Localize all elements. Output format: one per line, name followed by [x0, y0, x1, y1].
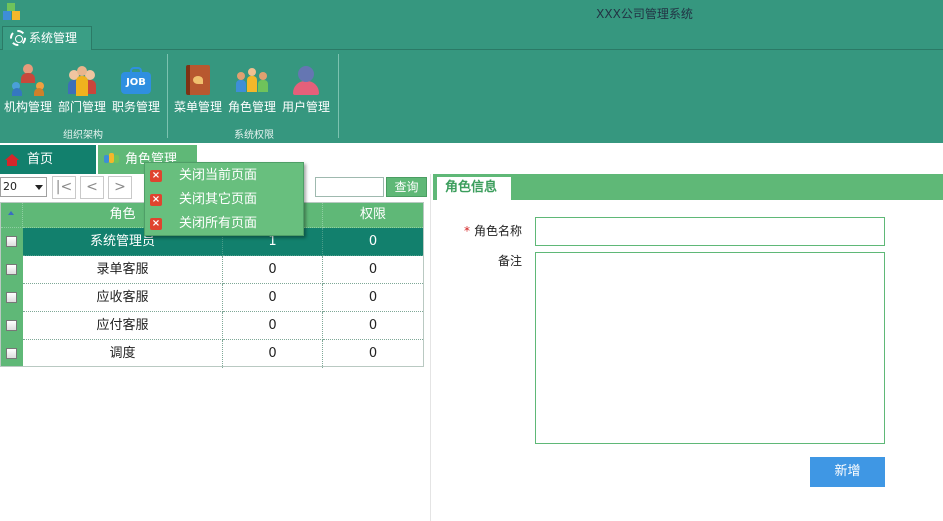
query-button[interactable]: 查询	[386, 177, 427, 197]
job-manage-button[interactable]: JOB 职务管理	[110, 64, 162, 120]
ribbon-tab-label: 系统管理	[29, 31, 78, 45]
cell-role-name: 调度	[23, 340, 223, 368]
role-name-label-text: 角色名称	[473, 224, 522, 238]
ribbon-separator	[338, 54, 339, 138]
page-tab-strip: 首页 角色管理	[0, 145, 943, 174]
row-checkbox[interactable]	[6, 320, 17, 331]
user-avatar-icon	[290, 64, 322, 96]
header-sort-cell[interactable]	[1, 203, 23, 228]
next-page-button[interactable]: >	[108, 176, 132, 199]
cell-role-name: 录单客服	[23, 256, 223, 284]
row-checkbox[interactable]	[6, 292, 17, 303]
menu-item-close-others[interactable]: × 关闭其它页面	[145, 188, 303, 212]
menu-item-close-all[interactable]: × 关闭所有页面	[145, 212, 303, 236]
ribbon-tab-strip: 系统管理	[0, 25, 943, 51]
menu-book-icon	[182, 64, 214, 96]
sort-icon	[8, 211, 14, 219]
required-mark: *	[463, 224, 470, 238]
add-button[interactable]: 新增	[810, 457, 885, 487]
role-tab-icon	[104, 153, 120, 165]
dept-manage-button[interactable]: 部门管理	[56, 64, 108, 120]
window-title: XXX公司管理系统	[596, 7, 693, 21]
ribbon-separator	[167, 54, 168, 138]
close-icon: ×	[150, 194, 162, 206]
header-permission[interactable]: 权限	[323, 203, 423, 228]
org-manage-label: 机构管理	[3, 100, 52, 114]
first-page-button[interactable]: |<	[52, 176, 76, 199]
cell-value: 0	[223, 284, 323, 312]
user-manage-label: 用户管理	[281, 100, 330, 114]
home-icon	[5, 154, 19, 166]
menu-item-label: 关闭所有页面	[179, 216, 258, 231]
department-people-icon	[66, 64, 98, 96]
tab-home[interactable]: 首页	[0, 145, 96, 174]
cell-permission: 0	[323, 256, 423, 284]
tab-home-label: 首页	[27, 152, 54, 167]
row-checkbox[interactable]	[6, 348, 17, 359]
menu-item-close-current[interactable]: × 关闭当前页面	[145, 164, 303, 188]
checkbox-column	[1, 228, 23, 366]
cell-role-name: 应收客服	[23, 284, 223, 312]
tab-context-menu: × 关闭当前页面 × 关闭其它页面 × 关闭所有页面	[144, 162, 304, 236]
info-tab-strip: 角色信息	[433, 174, 943, 200]
menu-item-label: 关闭其它页面	[179, 192, 258, 207]
user-manage-button[interactable]: 用户管理	[280, 64, 332, 120]
group-label-permission: 系统权限	[234, 130, 274, 141]
cell-value: 0	[223, 340, 323, 368]
cell-permission: 0	[368, 346, 378, 361]
org-manage-button[interactable]: 机构管理	[2, 64, 54, 120]
cell-value: 0	[223, 312, 323, 340]
role-name-input[interactable]	[535, 217, 885, 246]
org-chart-icon	[12, 64, 44, 96]
ribbon: 机构管理 部门管理 JOB 职务管理 组织架构 菜单管理 角色管理 用户管理 系…	[0, 50, 943, 143]
page-size-select[interactable]: 20	[0, 177, 47, 197]
role-manage-button[interactable]: 角色管理	[226, 64, 278, 120]
row-checkbox[interactable]	[6, 264, 17, 275]
page-size-value: 20	[3, 180, 17, 193]
tab-role-info[interactable]: 角色信息	[436, 176, 512, 200]
close-icon: ×	[150, 218, 162, 230]
menu-item-label: 关闭当前页面	[179, 168, 258, 183]
prev-page-button[interactable]: <	[80, 176, 104, 199]
job-manage-label: 职务管理	[111, 100, 160, 114]
panel-divider	[430, 174, 431, 521]
role-name-label: * 角色名称	[455, 222, 522, 239]
briefcase-job-icon: JOB	[120, 64, 152, 96]
close-icon: ×	[150, 170, 162, 182]
menu-manage-label: 菜单管理	[173, 100, 222, 114]
group-label-org: 组织架构	[63, 130, 103, 141]
cell-permission: 0	[323, 228, 423, 256]
ribbon-tab-system[interactable]: 系统管理	[2, 26, 92, 51]
cell-value: 0	[223, 256, 323, 284]
role-manage-label: 角色管理	[227, 100, 276, 114]
title-bar: XXX公司管理系统	[0, 0, 943, 25]
menu-manage-button[interactable]: 菜单管理	[172, 64, 224, 120]
gear-icon	[10, 30, 26, 46]
remark-textarea[interactable]	[535, 252, 885, 444]
cell-permission: 0	[323, 312, 423, 340]
chevron-down-icon	[35, 185, 43, 190]
cell-permission: 0	[323, 284, 423, 312]
dept-manage-label: 部门管理	[57, 100, 106, 114]
cell-role-name: 应付客服	[23, 312, 223, 340]
remark-label: 备注	[497, 254, 522, 268]
search-input[interactable]	[315, 177, 384, 197]
row-checkbox[interactable]	[6, 236, 17, 247]
role-group-icon	[236, 64, 268, 96]
